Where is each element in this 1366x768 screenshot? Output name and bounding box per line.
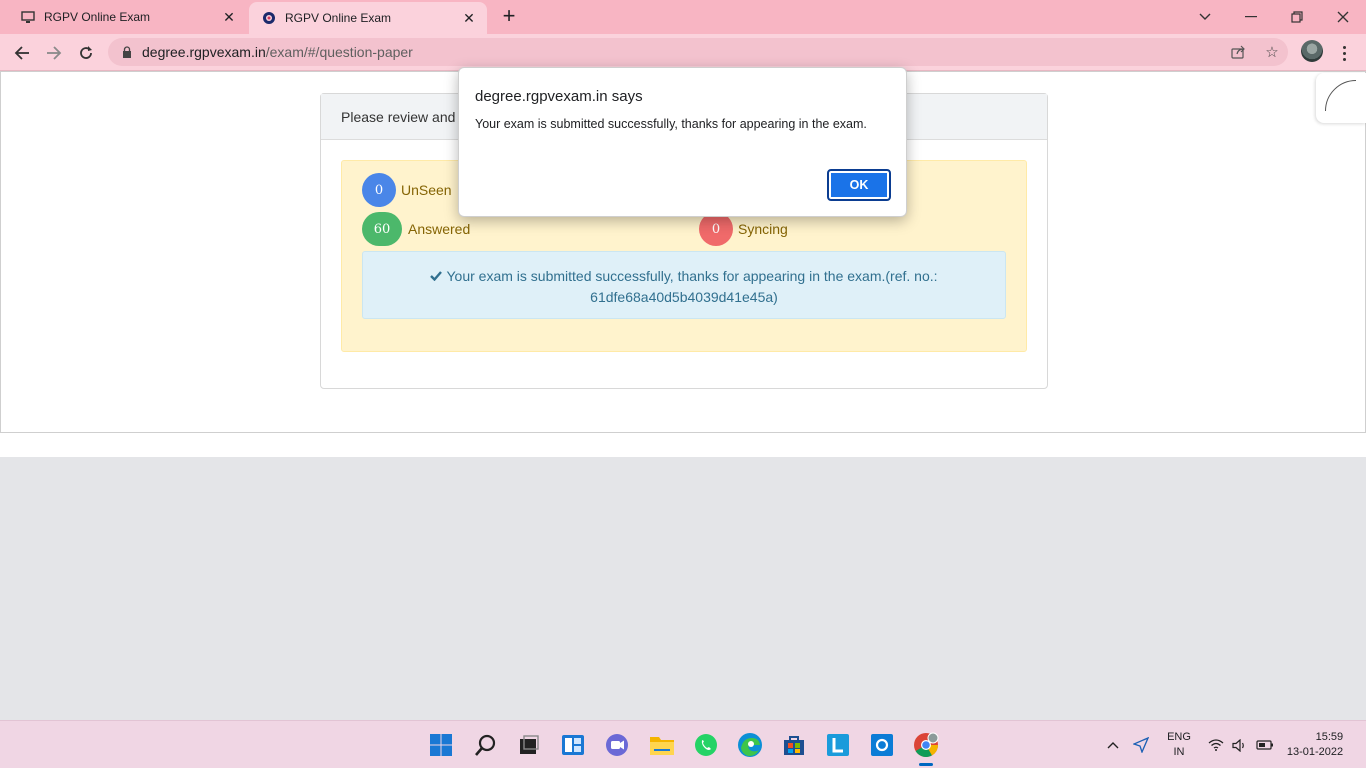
windows-taskbar: ENG IN 15:59 13-01-2022 <box>0 720 1366 768</box>
tab-title: RGPV Online Exam <box>44 10 151 24</box>
active-app-indicator <box>919 763 933 766</box>
globe-icon <box>261 10 277 26</box>
tab-rgpv-exam-2[interactable]: RGPV Online Exam ✕ <box>249 2 487 34</box>
file-explorer-icon[interactable] <box>648 731 676 759</box>
syncing-count-badge: 0 <box>699 212 733 246</box>
clock-time: 15:59 <box>1315 731 1344 743</box>
alert-dialog: degree.rgpvexam.in says Your exam is sub… <box>458 67 907 217</box>
unseen-stat: 0 UnSeen <box>362 173 452 207</box>
dialog-message: Your exam is submitted successfully, tha… <box>475 117 867 131</box>
lock-icon[interactable] <box>120 45 134 59</box>
task-view-icon[interactable] <box>515 731 543 759</box>
bookmark-star-icon[interactable]: ☆ <box>1262 42 1282 62</box>
microsoft-store-icon[interactable] <box>780 731 808 759</box>
tab-strip: RGPV Online Exam ✕ RGPV Online Exam ✕ + <box>0 0 1366 34</box>
window-close-icon[interactable] <box>1320 0 1366 34</box>
url-host: degree.rgpvexam.in <box>142 44 266 60</box>
location-arrow-icon[interactable] <box>1130 721 1152 768</box>
syncing-stat: 0 Syncing <box>699 212 788 246</box>
browser-toolbar: degree.rgpvexam.in/exam/#/question-paper… <box>0 34 1366 71</box>
page-bottom-strip <box>0 433 1366 457</box>
windows-start-icon[interactable] <box>427 731 455 759</box>
share-icon[interactable] <box>1228 42 1248 62</box>
volume-icon[interactable] <box>1230 721 1248 768</box>
l-app-icon[interactable] <box>824 731 852 759</box>
whatsapp-icon[interactable] <box>692 731 720 759</box>
minimize-icon[interactable] <box>1228 0 1274 34</box>
submission-success-alert: Your exam is submitted successfully, tha… <box>362 251 1006 319</box>
widgets-icon[interactable] <box>559 731 587 759</box>
tab-search-chevron-icon[interactable] <box>1182 0 1228 34</box>
success-message-line-1: Your exam is submitted successfully, tha… <box>446 268 938 284</box>
wifi-icon[interactable] <box>1206 721 1226 768</box>
close-icon[interactable]: ✕ <box>461 10 477 26</box>
close-icon[interactable]: ✕ <box>221 9 237 25</box>
unseen-count-badge: 0 <box>362 173 396 207</box>
back-arrow-icon[interactable] <box>9 40 35 66</box>
input-language-indicator[interactable]: ENG IN <box>1160 721 1198 768</box>
ok-button[interactable]: OK <box>827 169 891 201</box>
chrome-icon[interactable] <box>912 731 940 759</box>
monitor-icon <box>20 9 36 25</box>
new-tab-button[interactable]: + <box>498 5 520 28</box>
restore-icon[interactable] <box>1274 0 1320 34</box>
url-path: /exam/#/question-paper <box>265 44 413 60</box>
region-code: IN <box>1173 746 1185 758</box>
answered-count-badge: 60 <box>362 212 402 246</box>
side-panel-tab[interactable] <box>1316 73 1366 123</box>
reload-icon[interactable] <box>73 40 99 66</box>
checkmark-icon <box>430 266 443 287</box>
tab-rgpv-exam-1[interactable]: RGPV Online Exam ✕ <box>0 0 247 34</box>
profile-avatar[interactable] <box>1301 40 1323 62</box>
language-code: ENG <box>1167 731 1191 743</box>
success-message-line-2: 61dfe68a40d5b4039d41e45a) <box>590 289 778 305</box>
dialog-title: degree.rgpvexam.in says <box>475 88 643 105</box>
cortana-icon[interactable] <box>868 731 896 759</box>
clock-date: 13-01-2022 <box>1286 746 1344 758</box>
battery-icon[interactable] <box>1254 721 1276 768</box>
menu-kebab-icon[interactable] <box>1336 40 1352 66</box>
show-hidden-icons-chevron-icon[interactable] <box>1102 721 1124 768</box>
answered-label: Answered <box>408 221 471 237</box>
unseen-label: UnSeen <box>401 182 452 198</box>
syncing-label: Syncing <box>738 221 788 237</box>
forward-arrow-icon[interactable] <box>41 40 67 66</box>
teams-chat-icon[interactable] <box>603 731 631 759</box>
system-clock[interactable]: 15:59 13-01-2022 <box>1280 721 1350 768</box>
search-icon[interactable] <box>472 731 500 759</box>
edge-browser-icon[interactable] <box>736 731 764 759</box>
address-bar[interactable]: degree.rgpvexam.in/exam/#/question-paper… <box>108 38 1288 66</box>
tab-title: RGPV Online Exam <box>285 11 392 25</box>
answered-stat: 60 Answered <box>362 212 470 246</box>
